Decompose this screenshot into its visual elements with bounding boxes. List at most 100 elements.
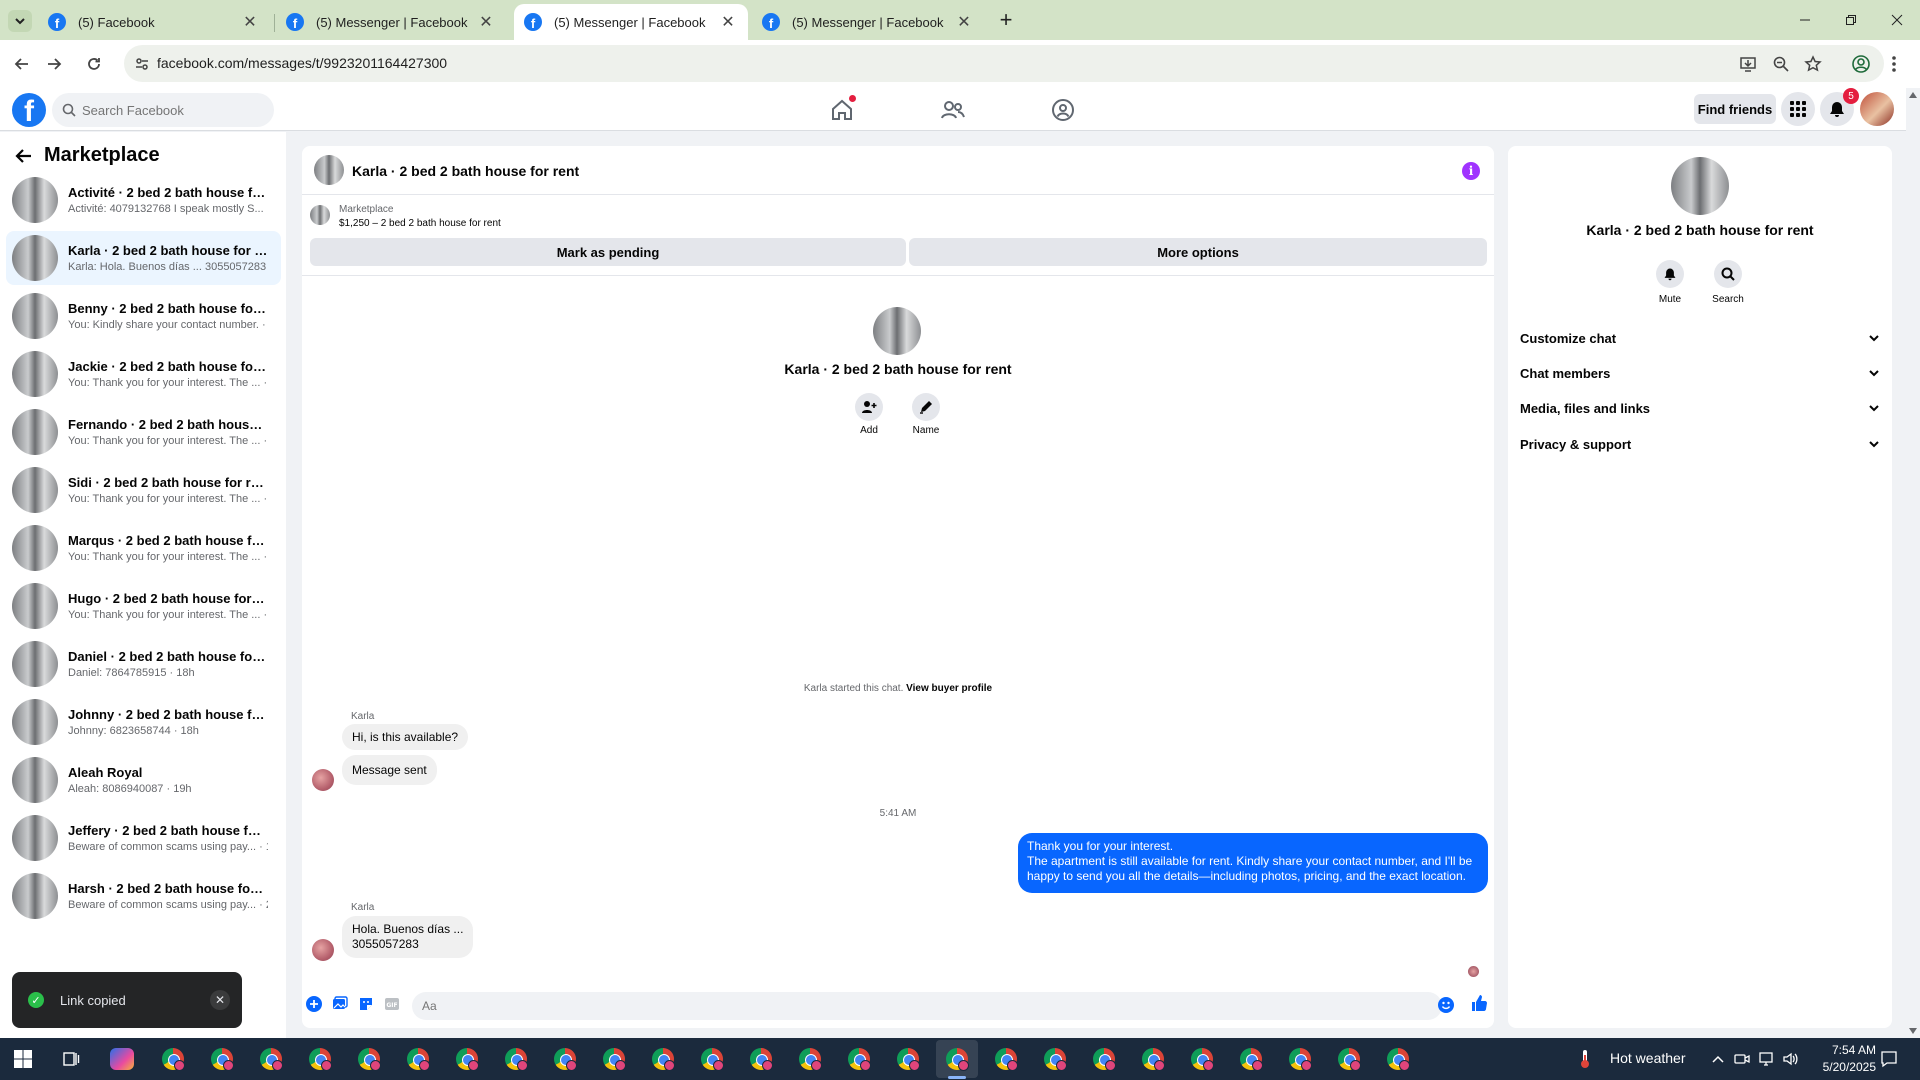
conversation-item[interactable]: Jeffery · 2 bed 2 bath house for rent Bew… (6, 811, 281, 865)
conversation-item[interactable]: Johnny · 2 bed 2 bath house for rent John… (6, 695, 281, 749)
close-window-button[interactable] (1874, 0, 1920, 40)
nav-friends[interactable] (940, 97, 966, 123)
chrome-taskbar-icon[interactable] (554, 1048, 577, 1071)
nav-groups[interactable] (1050, 97, 1076, 123)
mark-as-pending-button[interactable]: Mark as pending (310, 238, 906, 266)
conversation-item[interactable]: Activité · 2 bed 2 bath house for rent Ac… (6, 173, 281, 227)
sender-avatar[interactable] (312, 939, 334, 961)
chrome-taskbar-icon[interactable] (407, 1048, 430, 1071)
incoming-message[interactable]: Message sent (342, 755, 437, 785)
account-avatar[interactable] (1860, 92, 1894, 126)
chrome-taskbar-icon[interactable] (211, 1048, 234, 1071)
site-info-icon[interactable] (134, 56, 150, 72)
browser-tab-4[interactable]: f (5) Messenger | Facebook ✕ (752, 4, 984, 40)
info-icon[interactable]: i (1462, 162, 1480, 180)
chat-title[interactable]: Karla · 2 bed 2 bath house for rent (352, 163, 579, 179)
chrome-taskbar-icon[interactable] (603, 1048, 626, 1071)
chrome-taskbar-icon[interactable] (309, 1048, 332, 1071)
more-options-button[interactable]: More options (909, 238, 1487, 266)
chrome-taskbar-icon[interactable] (358, 1048, 381, 1071)
chat-thumbnail[interactable] (314, 155, 344, 185)
conversation-item[interactable]: Benny · 2 bed 2 bath house for rent You: … (6, 289, 281, 343)
facebook-search[interactable] (52, 93, 274, 127)
conversation-item[interactable]: Marqus · 2 bed 2 bath house for rent You:… (6, 521, 281, 575)
chrome-taskbar-icon[interactable] (1338, 1048, 1361, 1071)
page-scrollbar[interactable] (1906, 88, 1920, 1038)
notification-center-icon[interactable] (1880, 1050, 1898, 1068)
tab-search-dropdown[interactable] (8, 10, 32, 32)
close-tab-icon[interactable]: ✕ (240, 12, 260, 32)
search-conversation-button[interactable] (1714, 260, 1742, 288)
listing-price-title[interactable]: $1,250 – 2 bed 2 bath house for rent (339, 218, 501, 229)
close-tab-icon[interactable]: ✕ (476, 12, 496, 32)
chrome-taskbar-icon[interactable] (897, 1048, 920, 1071)
scroll-up-arrow-icon[interactable] (1909, 92, 1917, 98)
incoming-message[interactable]: Hi, is this available? (342, 724, 469, 750)
chrome-taskbar-icon[interactable] (701, 1048, 724, 1071)
plus-circle-icon[interactable] (306, 996, 322, 1012)
listing-thumbnail[interactable] (310, 205, 330, 225)
minimize-button[interactable] (1782, 0, 1828, 40)
browser-tab-2[interactable]: f (5) Messenger | Facebook ✕ (276, 4, 506, 40)
chrome-taskbar-icon-active[interactable] (946, 1048, 969, 1071)
restore-button[interactable] (1828, 0, 1874, 40)
conversation-item[interactable]: Hugo · 2 bed 2 bath house for rent You: T… (6, 579, 281, 633)
conversation-item-selected[interactable]: Karla · 2 bed 2 bath house for rent Karla… (6, 231, 281, 285)
photo-icon[interactable] (332, 996, 348, 1012)
section-chat-members[interactable]: Chat members (1520, 359, 1880, 387)
chrome-taskbar-icon[interactable] (456, 1048, 479, 1071)
sender-avatar[interactable] (312, 769, 334, 791)
conversation-item[interactable]: Sidi · 2 bed 2 bath house for rent You: T… (6, 463, 281, 517)
chrome-taskbar-icon[interactable] (1142, 1048, 1165, 1071)
close-tab-icon[interactable]: ✕ (718, 12, 738, 32)
chrome-taskbar-icon[interactable] (995, 1048, 1018, 1071)
browser-tab-1[interactable]: f (5) Facebook ✕ (38, 4, 270, 40)
browser-tab-3-active[interactable]: f (5) Messenger | Facebook ✕ (514, 4, 748, 40)
chrome-taskbar-icon[interactable] (848, 1048, 871, 1071)
chrome-taskbar-icon[interactable] (260, 1048, 283, 1071)
tray-chevron-up-icon[interactable] (1712, 1054, 1724, 1064)
conversation-item[interactable]: Aleah Royal Aleah: 8086940087 · 19h (6, 753, 281, 807)
facebook-logo[interactable]: f (12, 93, 46, 127)
reload-button[interactable] (80, 50, 108, 78)
windows-start-icon[interactable] (14, 1050, 32, 1068)
url-text[interactable]: facebook.com/messages/t/9923201164427300 (157, 55, 447, 71)
back-button[interactable] (8, 50, 36, 78)
taskbar-clock[interactable]: 7:54 AM 5/20/2025 (1780, 1042, 1876, 1076)
section-privacy-support[interactable]: Privacy & support (1520, 430, 1880, 458)
section-media-files-links[interactable]: Media, files and links (1520, 394, 1880, 422)
forward-button[interactable] (40, 50, 68, 78)
incoming-message[interactable]: Hola. Buenos días ... 3055057283 (342, 916, 474, 958)
omnibox[interactable]: facebook.com/messages/t/9923201164427300 (124, 45, 1884, 82)
copilot-icon[interactable] (110, 1048, 134, 1070)
chrome-taskbar-icon[interactable] (1093, 1048, 1116, 1071)
conversation-item[interactable]: Harsh · 2 bed 2 bath house for rent Bewar… (6, 869, 281, 923)
chrome-taskbar-icon[interactable] (652, 1048, 675, 1071)
message-input[interactable] (412, 992, 1442, 1020)
add-people-button[interactable] (855, 393, 883, 421)
nav-home[interactable] (829, 95, 856, 123)
chrome-taskbar-icon[interactable] (505, 1048, 528, 1071)
scroll-down-arrow-icon[interactable] (1909, 1028, 1917, 1034)
install-app-icon[interactable] (1739, 55, 1757, 73)
view-buyer-profile-link[interactable]: View buyer profile (906, 683, 992, 694)
new-tab-button[interactable]: + (994, 6, 1018, 34)
chrome-taskbar-icon[interactable] (799, 1048, 822, 1071)
bookmark-star-icon[interactable] (1804, 55, 1822, 73)
search-input[interactable] (82, 102, 262, 118)
menu-grid-button[interactable] (1781, 92, 1815, 126)
chrome-taskbar-icon[interactable] (1387, 1048, 1410, 1071)
section-customize-chat[interactable]: Customize chat (1520, 324, 1880, 352)
conversation-item[interactable]: Daniel · 2 bed 2 bath house for rent Dani… (6, 637, 281, 691)
zoom-icon[interactable] (1772, 55, 1790, 73)
name-chat-button[interactable] (912, 393, 940, 421)
close-toast-button[interactable]: ✕ (210, 990, 230, 1010)
browser-menu-icon[interactable] (1890, 54, 1898, 74)
network-icon[interactable] (1758, 1051, 1774, 1067)
chrome-taskbar-icon[interactable] (162, 1048, 185, 1071)
meet-now-icon[interactable] (1734, 1051, 1750, 1067)
outgoing-message[interactable]: Thank you for your interest. The apartme… (1018, 833, 1488, 893)
task-view-icon[interactable] (62, 1050, 80, 1068)
close-tab-icon[interactable]: ✕ (954, 12, 974, 32)
chrome-taskbar-icon[interactable] (1289, 1048, 1312, 1071)
